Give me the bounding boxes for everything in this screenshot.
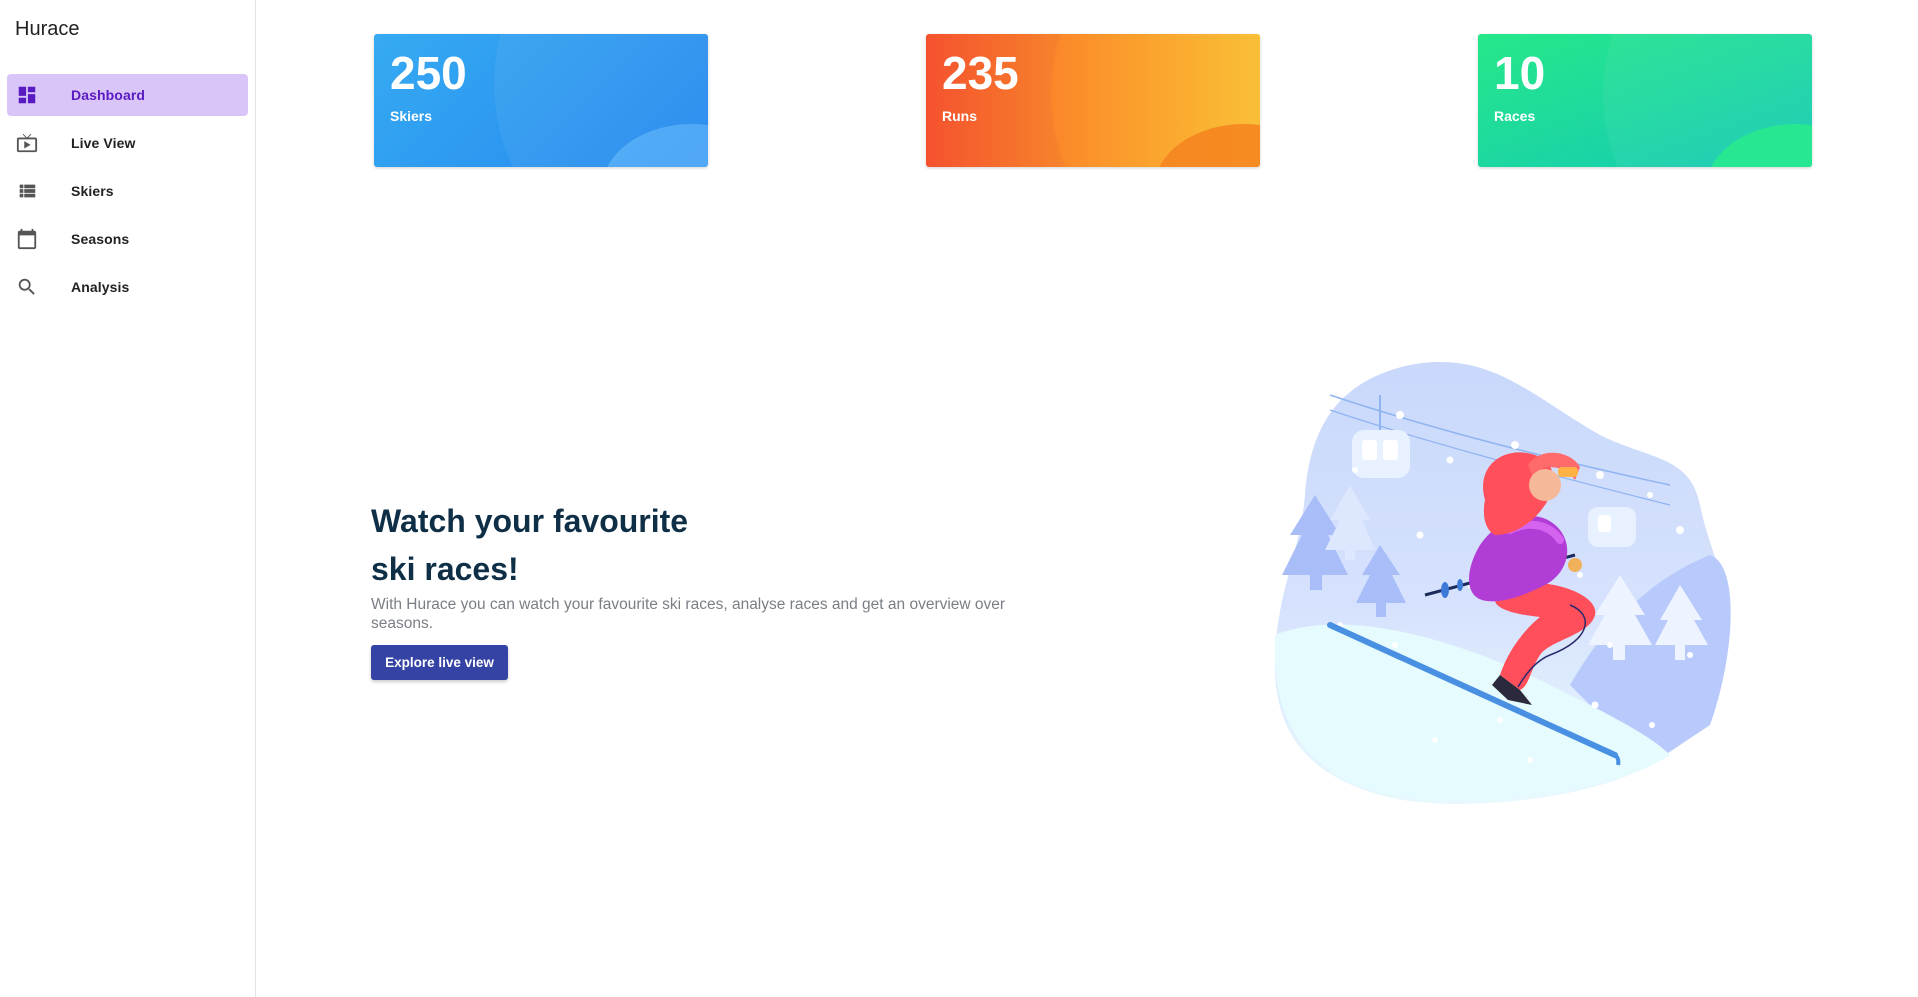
sidebar-item-label: Seasons — [71, 231, 130, 247]
stat-value: 250 — [390, 47, 467, 99]
stat-card-races[interactable]: 10 Races — [1478, 34, 1812, 167]
stat-label: Runs — [942, 108, 977, 124]
dashboard-icon — [18, 86, 36, 104]
sidebar: Hurace Dashboard Live View Skiers Season… — [0, 0, 256, 997]
live-tv-icon — [16, 133, 38, 153]
skier-illustration — [1275, 362, 1731, 804]
hero-title-line: Watch your favourite — [371, 503, 689, 539]
sidebar-item-analysis[interactable]: Analysis — [7, 266, 248, 308]
search-icon — [18, 278, 35, 295]
sidebar-item-dashboard[interactable]: Dashboard — [7, 74, 248, 116]
hero-title: Watch your favourite ski races! — [371, 497, 871, 593]
sidebar-item-seasons[interactable]: Seasons — [7, 218, 248, 260]
stat-label: Races — [1494, 108, 1536, 124]
stat-value: 235 — [942, 47, 1019, 99]
list-icon — [19, 184, 36, 198]
sidebar-nav: Dashboard Live View Skiers Seasons Analy… — [7, 74, 248, 314]
hero-title-line: ski races! — [371, 551, 519, 587]
sidebar-item-label: Skiers — [71, 183, 114, 199]
sidebar-item-live-view[interactable]: Live View — [7, 122, 248, 164]
hero-description: With Hurace you can watch your favourite… — [371, 596, 1006, 632]
stat-value: 10 — [1494, 47, 1546, 99]
app-title: Hurace — [15, 18, 80, 40]
stat-card-skiers[interactable]: 250 Skiers — [374, 34, 708, 167]
sidebar-item-label: Live View — [71, 135, 136, 151]
stat-card-runs[interactable]: 235 Runs — [926, 34, 1260, 167]
app-root: Hurace Dashboard Live View Skiers Season… — [0, 0, 1918, 997]
sidebar-item-label: Analysis — [71, 279, 130, 295]
explore-live-view-button[interactable]: Explore live view — [371, 645, 508, 680]
stat-label: Skiers — [390, 108, 433, 124]
sidebar-item-skiers[interactable]: Skiers — [7, 170, 248, 212]
calendar-icon — [17, 228, 37, 250]
sidebar-item-label: Dashboard — [71, 87, 146, 103]
